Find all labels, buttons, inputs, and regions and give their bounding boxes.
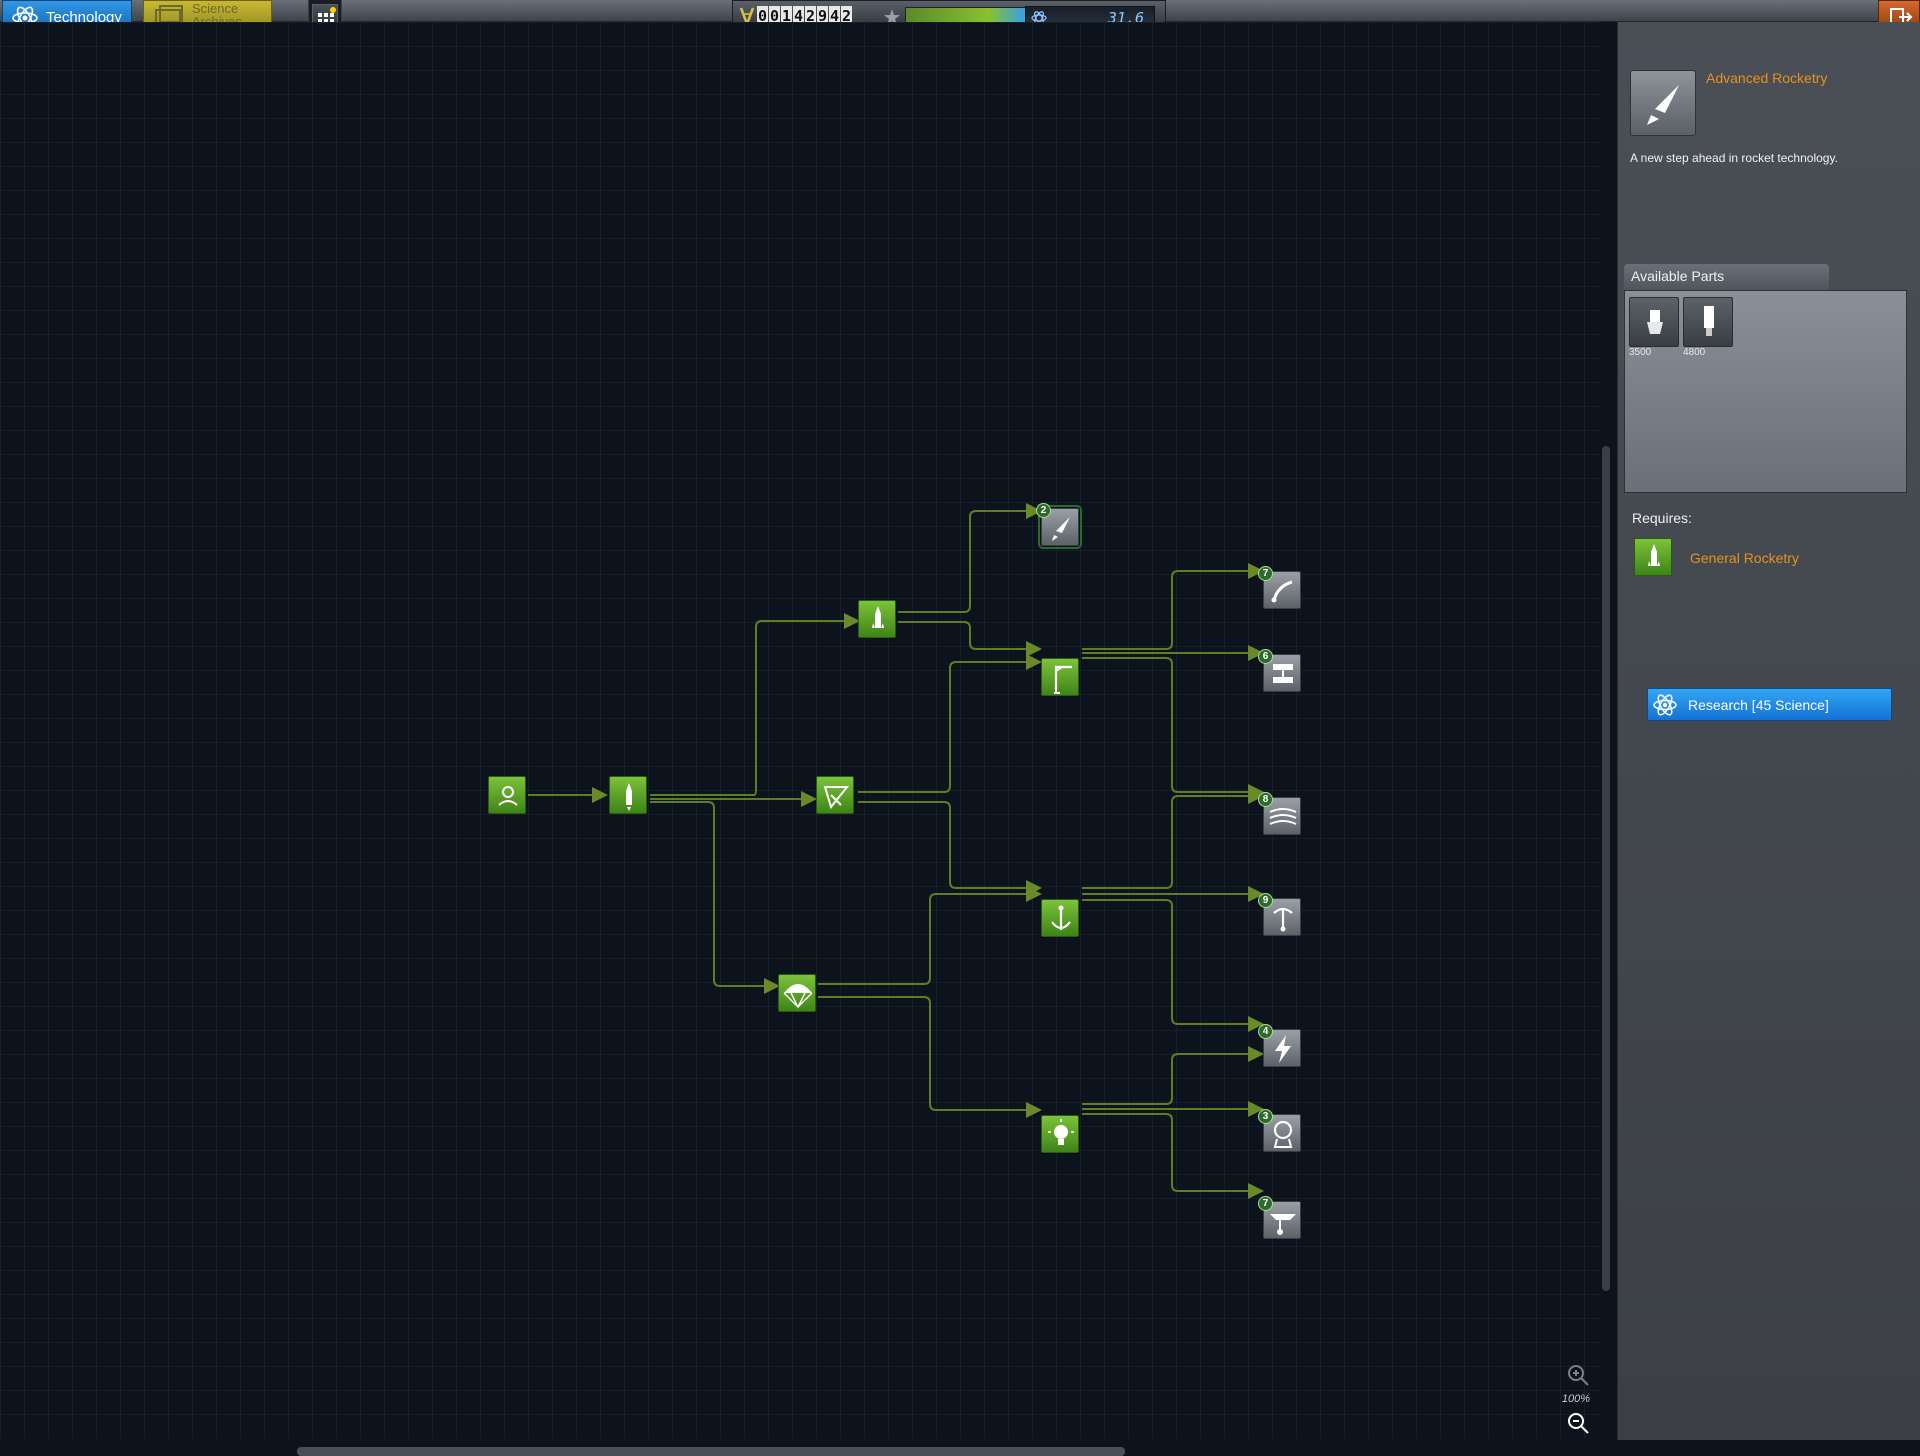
tech-tree-canvas[interactable]: 2 7 6 8 9 4 3 7 100% bbox=[0, 22, 1610, 1456]
fuel-tank-icon bbox=[1704, 306, 1714, 336]
tech-node-electrics[interactable]: 4 bbox=[1258, 1024, 1301, 1067]
tech-cost-badge: 7 bbox=[1258, 1196, 1273, 1211]
tech-node-fuel-systems[interactable]: 7 bbox=[1258, 566, 1301, 609]
anchor-icon bbox=[1051, 905, 1071, 930]
rocket-icon bbox=[1648, 544, 1660, 566]
parachute-icon bbox=[783, 984, 813, 1009]
part-item[interactable] bbox=[1629, 297, 1679, 347]
part-item[interactable] bbox=[1683, 297, 1733, 347]
zoom-out-icon[interactable] bbox=[1565, 1410, 1591, 1436]
atom-icon bbox=[1653, 694, 1677, 716]
zoom-in-icon[interactable] bbox=[1565, 1362, 1591, 1388]
tech-node-flight-control[interactable]: 9 bbox=[1258, 893, 1301, 936]
tech-node-general-rocketry[interactable] bbox=[858, 600, 896, 638]
rocket-icon bbox=[1647, 85, 1679, 125]
research-button-label: Research [45 Science] bbox=[1688, 697, 1829, 713]
selected-tech-title: Advanced Rocketry bbox=[1706, 70, 1828, 86]
tech-node-start[interactable] bbox=[488, 776, 526, 814]
tech-node-aviation[interactable]: 8 bbox=[1258, 792, 1301, 835]
available-parts-list: 3500 4800 bbox=[1624, 290, 1907, 493]
part-cost: 4800 bbox=[1683, 347, 1706, 358]
tech-node-basic-rocketry[interactable] bbox=[609, 776, 647, 814]
small-rocket-icon bbox=[626, 783, 632, 811]
tech-node-space-exploration[interactable]: 3 bbox=[1258, 1109, 1301, 1152]
part-cost: 3500 bbox=[1629, 347, 1652, 358]
satellite-dish-icon bbox=[823, 786, 850, 810]
tech-details-panel: Advanced Rocketry A new step ahead in ro… bbox=[1617, 22, 1920, 1440]
required-tech-name[interactable]: General Rocketry bbox=[1690, 550, 1799, 566]
rocket-icon bbox=[872, 606, 884, 628]
tech-node-landing[interactable]: 7 bbox=[1258, 1196, 1301, 1239]
tech-node-general-construction[interactable] bbox=[1041, 658, 1079, 696]
tech-cost-badge: 4 bbox=[1258, 1024, 1273, 1039]
tech-cost-badge: 2 bbox=[1036, 503, 1051, 518]
crane-icon bbox=[1054, 665, 1072, 694]
zoom-level-label: 100% bbox=[1561, 1393, 1591, 1405]
selected-tech-icon bbox=[1630, 70, 1696, 136]
lightbulb-icon bbox=[1048, 1119, 1074, 1145]
tech-node-stability[interactable] bbox=[1041, 899, 1079, 937]
available-parts-title: Available Parts bbox=[1631, 268, 1725, 284]
required-tech-icon[interactable] bbox=[1634, 538, 1672, 576]
horizontal-scrollbar[interactable] bbox=[297, 1447, 1125, 1456]
vertical-scrollbar[interactable] bbox=[1602, 446, 1610, 1291]
selected-tech-description: A new step ahead in rocket technology. bbox=[1630, 151, 1838, 165]
tech-cost-badge: 3 bbox=[1258, 1109, 1273, 1124]
tech-node-basic-science[interactable] bbox=[1041, 1115, 1079, 1153]
tech-cost-badge: 6 bbox=[1258, 649, 1273, 664]
kerbal-icon bbox=[498, 786, 518, 806]
tech-tree-connectors bbox=[528, 503, 1264, 1199]
tech-cost-badge: 7 bbox=[1258, 566, 1273, 581]
tech-node-advanced-rocketry[interactable]: 2 bbox=[1036, 503, 1082, 549]
tech-node-survivability[interactable] bbox=[778, 974, 816, 1012]
engine-icon bbox=[1647, 310, 1663, 334]
tech-cost-badge: 8 bbox=[1258, 792, 1273, 807]
requires-label: Requires: bbox=[1632, 510, 1692, 526]
tech-node-engineering-101[interactable] bbox=[816, 776, 854, 814]
tech-cost-badge: 9 bbox=[1258, 893, 1273, 908]
tech-node-adv-construction[interactable]: 6 bbox=[1258, 649, 1301, 692]
research-button[interactable]: Research [45 Science] bbox=[1647, 688, 1892, 721]
